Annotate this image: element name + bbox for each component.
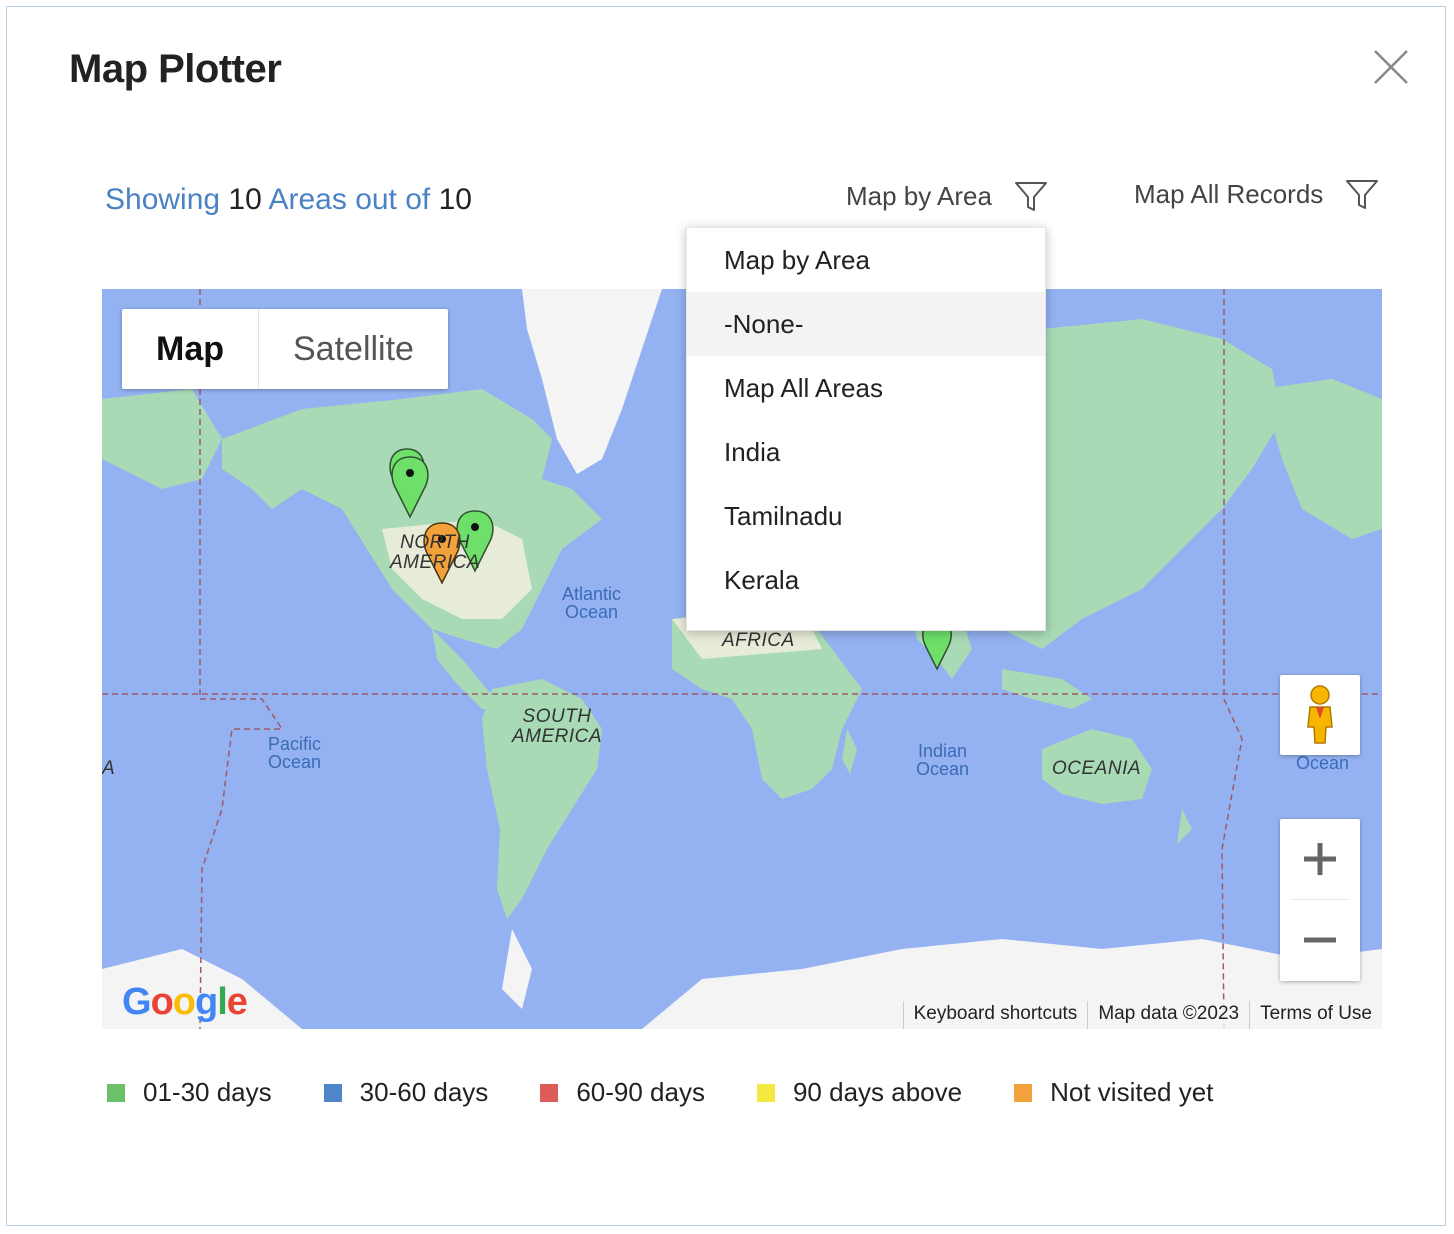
records-summary: Showing 10 Areas out of 10 xyxy=(105,183,472,217)
keyboard-shortcuts-link[interactable]: Keyboard shortcuts xyxy=(902,1001,1088,1029)
continent-label-south-america: SOUTH AMERICA xyxy=(512,706,603,747)
street-view-pegman-icon[interactable] xyxy=(1280,675,1360,755)
continent-label-edge: A xyxy=(102,758,116,779)
legend-label: 60-90 days xyxy=(576,1077,705,1107)
dropdown-item-map-all-areas[interactable]: Map All Areas xyxy=(687,356,1045,420)
filter-icon xyxy=(1346,180,1379,209)
summary-total-count: 10 xyxy=(438,183,472,216)
legend-item: 01-30 days xyxy=(107,1077,272,1108)
terms-of-use-link[interactable]: Terms of Use xyxy=(1249,1001,1382,1029)
legend-swatch-orange xyxy=(1014,1083,1033,1102)
continent-label-oceania: OCEANIA xyxy=(1052,758,1142,779)
legend-label: 01-30 days xyxy=(143,1077,272,1107)
legend: 01-30 days 30-60 days 60-90 days 90 days… xyxy=(107,1077,1213,1108)
continent-label-north-america: NORTH AMERICA xyxy=(390,532,481,573)
map-type-control: Map Satellite xyxy=(122,309,448,389)
dropdown-item-map-by-area[interactable]: Map by Area xyxy=(687,228,1045,292)
map-type-satellite-button[interactable]: Satellite xyxy=(259,309,448,389)
ocean-label-atlantic: Atlantic Ocean xyxy=(562,584,622,622)
legend-label: 30-60 days xyxy=(359,1077,489,1107)
summary-prefix: Showing xyxy=(105,183,221,216)
summary-shown-count: 10 xyxy=(228,183,262,216)
legend-item: Not visited yet xyxy=(1014,1077,1213,1108)
ocean-label-pacific: Pacific Ocean xyxy=(268,734,322,772)
dropdown-item-kerala[interactable]: Kerala xyxy=(687,548,1045,612)
legend-swatch-blue xyxy=(323,1083,342,1102)
map-by-area-dropdown: Map by Area -None- Map All Areas India T… xyxy=(686,227,1046,631)
legend-item: 30-60 days xyxy=(323,1077,489,1108)
map-all-records-filter[interactable]: Map All Records xyxy=(1134,177,1379,211)
map-type-map-button[interactable]: Map xyxy=(122,309,259,389)
legend-item: 60-90 days xyxy=(540,1077,705,1108)
dropdown-item-india[interactable]: India xyxy=(687,420,1045,484)
summary-middle: Areas out of xyxy=(268,183,431,216)
close-icon[interactable] xyxy=(1371,47,1411,87)
map-data-text: Map data ©2023 xyxy=(1087,1001,1250,1029)
map-by-area-filter[interactable]: Map by Area xyxy=(846,179,1048,213)
legend-label: 90 days above xyxy=(792,1077,963,1107)
zoom-out-button[interactable] xyxy=(1280,900,1360,980)
legend-label: Not visited yet xyxy=(1050,1077,1214,1107)
dropdown-item-none[interactable]: -None- xyxy=(687,292,1045,356)
continent-label-africa: AFRICA xyxy=(722,630,795,651)
legend-item: 90 days above xyxy=(756,1077,963,1108)
map-plotter-dialog: Map Plotter Showing 10 Areas out of 10 M… xyxy=(6,6,1446,1226)
map-all-records-label: Map All Records xyxy=(1134,178,1324,209)
filter-icon xyxy=(1014,182,1047,211)
dialog-title: Map Plotter xyxy=(69,47,282,91)
legend-swatch-green xyxy=(107,1083,125,1102)
google-logo: Google xyxy=(122,981,248,1023)
zoom-in-button[interactable] xyxy=(1280,819,1360,899)
legend-swatch-red xyxy=(540,1083,559,1102)
zoom-control xyxy=(1280,819,1360,981)
ocean-label-east: Ocean xyxy=(1296,753,1350,773)
map-attribution: Keyboard shortcuts Map data ©2023 Terms … xyxy=(902,1001,1382,1029)
legend-swatch-yellow xyxy=(756,1083,775,1102)
map-by-area-label: Map by Area xyxy=(846,180,992,211)
dropdown-item-tamilnadu[interactable]: Tamilnadu xyxy=(687,484,1045,548)
ocean-label-indian: Indian Ocean xyxy=(916,741,970,779)
